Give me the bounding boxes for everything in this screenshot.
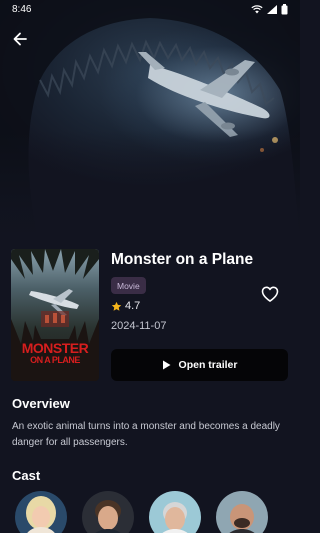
rating-value: 4.7 (125, 300, 141, 312)
poster-title-line2: ON A PLANE (30, 355, 80, 365)
status-time: 8:46 (12, 3, 32, 15)
overview-heading: Overview (12, 396, 70, 411)
cast-avatar[interactable] (82, 491, 134, 533)
release-date: 2024-11-07 (111, 320, 167, 332)
cast-heading: Cast (12, 468, 41, 483)
status-bar: 8:46 (0, 0, 300, 18)
cast-avatar[interactable] (216, 491, 268, 533)
heart-outline-icon (261, 286, 279, 302)
arrow-left-icon (13, 32, 27, 46)
type-badge: Movie (111, 277, 146, 294)
wifi-icon (251, 4, 263, 13)
cast-avatar[interactable] (149, 491, 201, 533)
open-trailer-label: Open trailer (178, 359, 238, 371)
cast-list (15, 491, 300, 533)
poster-title: MONSTER ON A PLANE (11, 341, 99, 365)
cast-photo (216, 491, 268, 533)
movie-title: Monster on a Plane (111, 251, 254, 268)
poster-title-line1: MONSTER (21, 340, 89, 356)
hero-gradient (0, 130, 300, 250)
hero-backdrop (0, 0, 300, 250)
movie-detail-screen: 8:46 MONSTER ON A PLANE Monster on a Pla… (0, 0, 300, 533)
favorite-button[interactable] (260, 284, 280, 304)
cast-photo (82, 491, 134, 533)
rating: 4.7 (111, 300, 140, 312)
play-icon (162, 360, 171, 370)
cast-avatar[interactable] (15, 491, 67, 533)
cast-photo (15, 491, 67, 533)
type-badge-label: Movie (117, 280, 140, 291)
back-button[interactable] (9, 28, 31, 50)
status-icons (251, 3, 288, 15)
open-trailer-button[interactable]: Open trailer (111, 349, 288, 381)
battery-icon (281, 3, 288, 14)
star-icon (111, 301, 122, 311)
movie-poster: MONSTER ON A PLANE (11, 249, 99, 381)
overview-text: An exotic animal turns into a monster an… (12, 421, 280, 448)
signal-icon (267, 4, 277, 14)
cast-photo (149, 491, 201, 533)
